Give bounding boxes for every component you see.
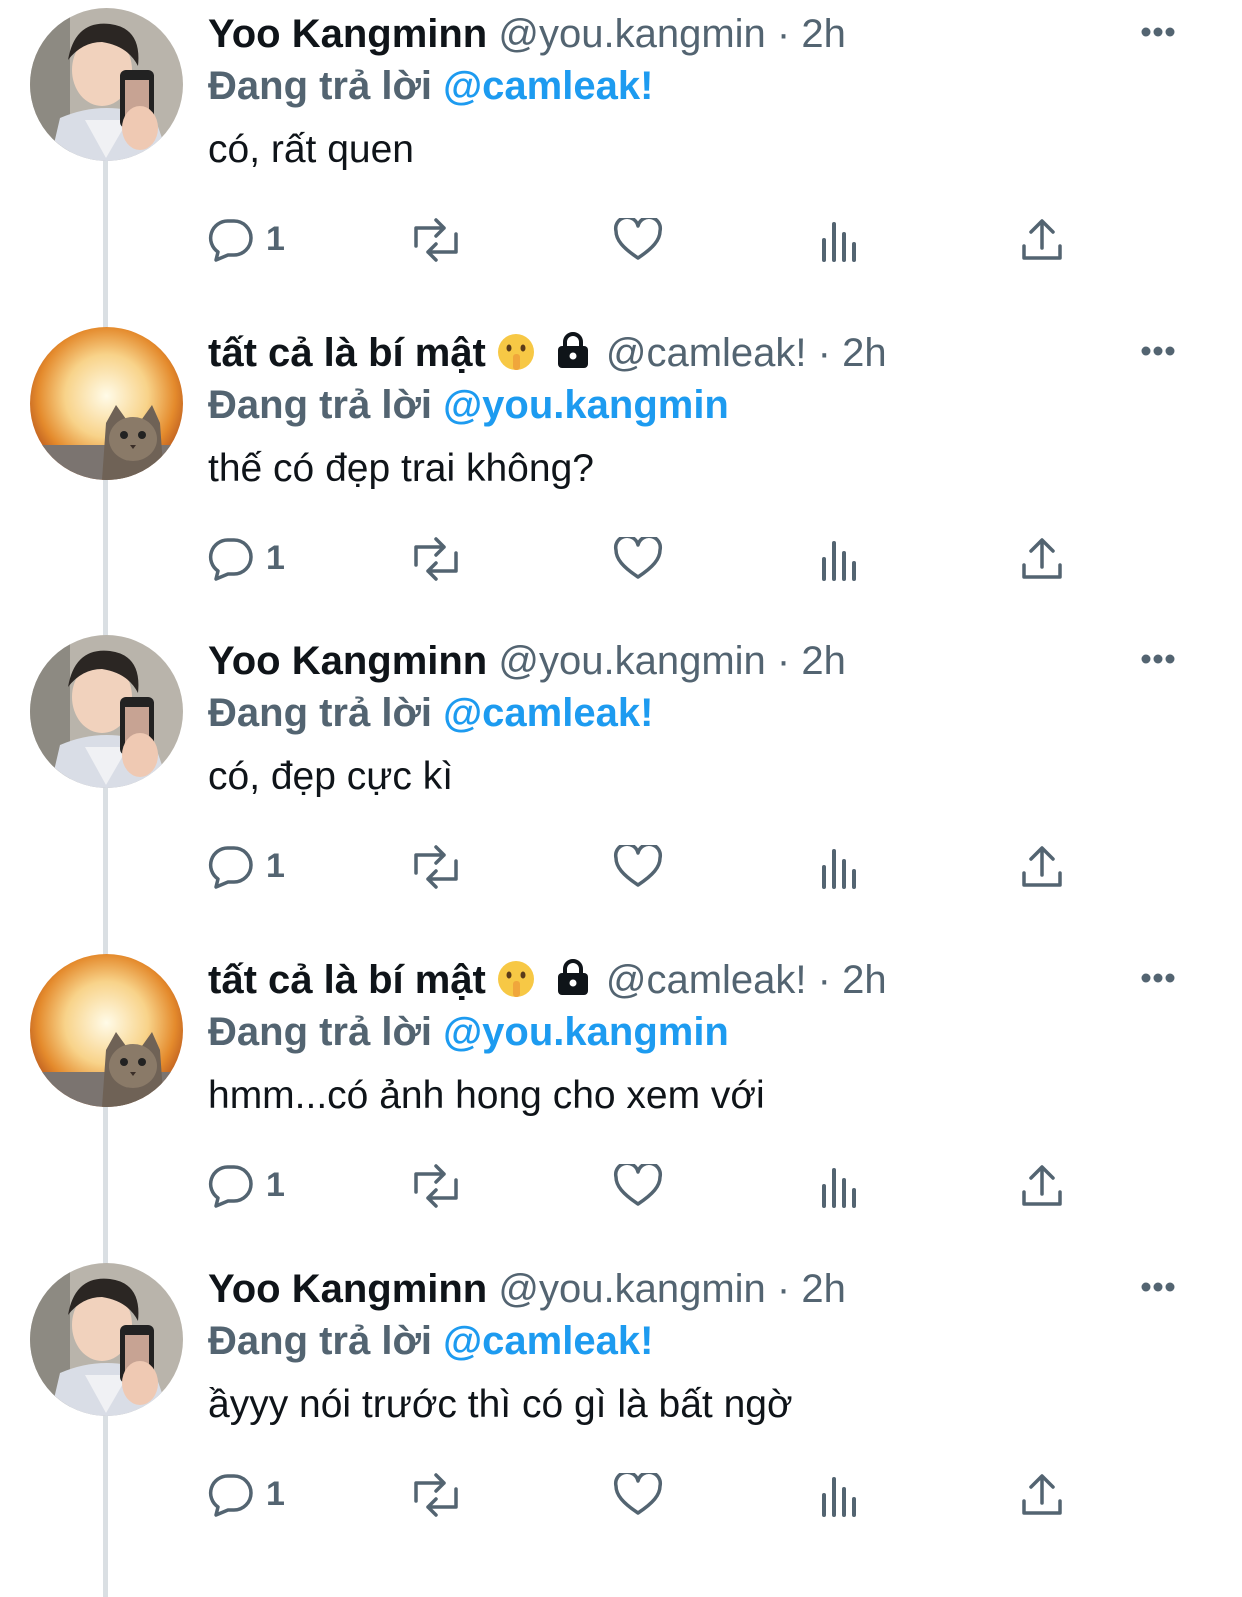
username[interactable]: @you.kangmin <box>498 1267 765 1311</box>
avatar[interactable] <box>30 1263 183 1416</box>
separator: · <box>776 639 791 683</box>
share-icon <box>1022 1474 1062 1515</box>
username[interactable]: @camleak! <box>606 958 807 1002</box>
mention-link[interactable]: @you.kangmin <box>443 383 729 427</box>
more-options-icon[interactable] <box>1140 345 1176 357</box>
replying-to: Đang trả lời @you.kangmin <box>208 1006 729 1058</box>
share-icon <box>1022 219 1062 260</box>
replying-to: Đang trả lời @camleak! <box>208 687 653 739</box>
display-name[interactable]: Yoo Kangminn <box>208 1267 487 1311</box>
tweet-header: Yoo Kangminn @you.kangmin · 2h <box>208 635 846 687</box>
replying-to-label: Đang trả lời <box>208 1010 433 1054</box>
tweet[interactable]: tất cả là bí mật @camleak! · 2h Đang trả … <box>0 319 1242 639</box>
username[interactable]: @camleak! <box>606 331 807 375</box>
lock-icon <box>557 959 588 995</box>
heart-icon <box>613 1164 663 1206</box>
reply-count: 1 <box>266 220 285 258</box>
separator: · <box>817 331 831 375</box>
tweet-text: ầyyy nói trước thì có gì là bất ngờ <box>208 1383 793 1426</box>
separator: · <box>776 12 791 56</box>
views-icon <box>822 1477 856 1517</box>
avatar[interactable] <box>30 954 183 1107</box>
replying-to-label: Đang trả lời <box>208 383 433 427</box>
shushing-face-emoji-icon <box>497 961 534 997</box>
tweet-header: Yoo Kangminn @you.kangmin · 2h <box>208 8 846 60</box>
replying-to: Đang trả lời @camleak! <box>208 1315 653 1367</box>
avatar[interactable] <box>30 8 183 161</box>
heart-icon <box>613 1473 663 1515</box>
mention-link[interactable]: @camleak! <box>443 691 653 735</box>
more-options-icon[interactable] <box>1140 972 1176 984</box>
action-bar: 1 <box>208 533 1068 583</box>
reply-count: 1 <box>266 539 285 577</box>
views-icon <box>822 222 856 262</box>
retweet-icon <box>414 1473 458 1517</box>
mention-link[interactable]: @you.kangmin <box>443 1010 729 1054</box>
username[interactable]: @you.kangmin <box>498 639 765 683</box>
display-name[interactable]: tất cả là bí mật <box>208 331 486 375</box>
retweet-icon <box>414 537 458 581</box>
replying-to: Đang trả lời @camleak! <box>208 60 653 112</box>
tweet[interactable]: Yoo Kangminn @you.kangmin · 2h Đang trả … <box>0 0 1242 320</box>
display-name[interactable]: Yoo Kangminn <box>208 639 487 683</box>
separator: · <box>776 1267 791 1311</box>
action-bar: 1 <box>208 841 1068 891</box>
mention-link[interactable]: @camleak! <box>443 1319 653 1363</box>
share-icon <box>1022 846 1062 887</box>
replying-to: Đang trả lời @you.kangmin <box>208 379 729 431</box>
reply-count: 1 <box>266 847 285 885</box>
tweet-text: có, đẹp cực kì <box>208 755 454 798</box>
tweet[interactable]: Yoo Kangminn @you.kangmin · 2h Đang trả … <box>0 1255 1242 1575</box>
more-options-icon[interactable] <box>1140 1281 1176 1293</box>
lock-icon <box>557 332 588 368</box>
display-name[interactable]: tất cả là bí mật <box>208 958 486 1002</box>
retweet-icon <box>414 1164 458 1208</box>
tweet-header: tất cả là bí mật @camleak! · 2h <box>208 954 887 1006</box>
timestamp[interactable]: 2h <box>801 1267 846 1311</box>
separator: · <box>817 958 831 1002</box>
avatar[interactable] <box>30 327 183 480</box>
tweet[interactable]: Yoo Kangminn @you.kangmin · 2h Đang trả … <box>0 627 1242 947</box>
tweet-text: hmm...có ảnh hong cho xem với <box>208 1074 765 1117</box>
replying-to-label: Đang trả lời <box>208 1319 433 1363</box>
reply-count: 1 <box>266 1475 285 1513</box>
share-icon <box>1022 1165 1062 1206</box>
action-bar: 1 <box>208 1469 1068 1519</box>
views-icon <box>822 541 856 581</box>
views-icon <box>822 1168 856 1208</box>
timestamp[interactable]: 2h <box>842 958 887 1002</box>
views-icon <box>822 849 856 889</box>
timestamp[interactable]: 2h <box>842 331 887 375</box>
shushing-face-emoji-icon <box>497 334 534 370</box>
replying-to-label: Đang trả lời <box>208 64 433 108</box>
share-icon <box>1022 538 1062 579</box>
tweet-text: thế có đẹp trai không? <box>208 447 594 490</box>
more-options-icon[interactable] <box>1140 653 1176 665</box>
display-name[interactable]: Yoo Kangminn <box>208 12 487 56</box>
reply-icon <box>208 538 253 581</box>
reply-icon <box>208 219 253 262</box>
reply-icon <box>208 1165 253 1208</box>
avatar[interactable] <box>30 635 183 788</box>
more-options-icon[interactable] <box>1140 26 1176 38</box>
action-bar: 1 <box>208 214 1068 264</box>
tweet[interactable]: tất cả là bí mật @camleak! · 2h Đang trả … <box>0 946 1242 1266</box>
timestamp[interactable]: 2h <box>801 639 846 683</box>
heart-icon <box>613 537 663 579</box>
retweet-icon <box>414 845 458 889</box>
retweet-icon <box>414 218 458 262</box>
reply-icon <box>208 846 253 889</box>
action-bar: 1 <box>208 1160 1068 1210</box>
tweet-header: Yoo Kangminn @you.kangmin · 2h <box>208 1263 846 1315</box>
tweet-text: có, rất quen <box>208 128 414 171</box>
replying-to-label: Đang trả lời <box>208 691 433 735</box>
timestamp[interactable]: 2h <box>801 12 846 56</box>
reply-icon <box>208 1474 253 1517</box>
reply-count: 1 <box>266 1166 285 1204</box>
heart-icon <box>613 845 663 887</box>
tweet-header: tất cả là bí mật @camleak! · 2h <box>208 327 887 379</box>
username[interactable]: @you.kangmin <box>498 12 765 56</box>
mention-link[interactable]: @camleak! <box>443 64 653 108</box>
heart-icon <box>613 218 663 260</box>
